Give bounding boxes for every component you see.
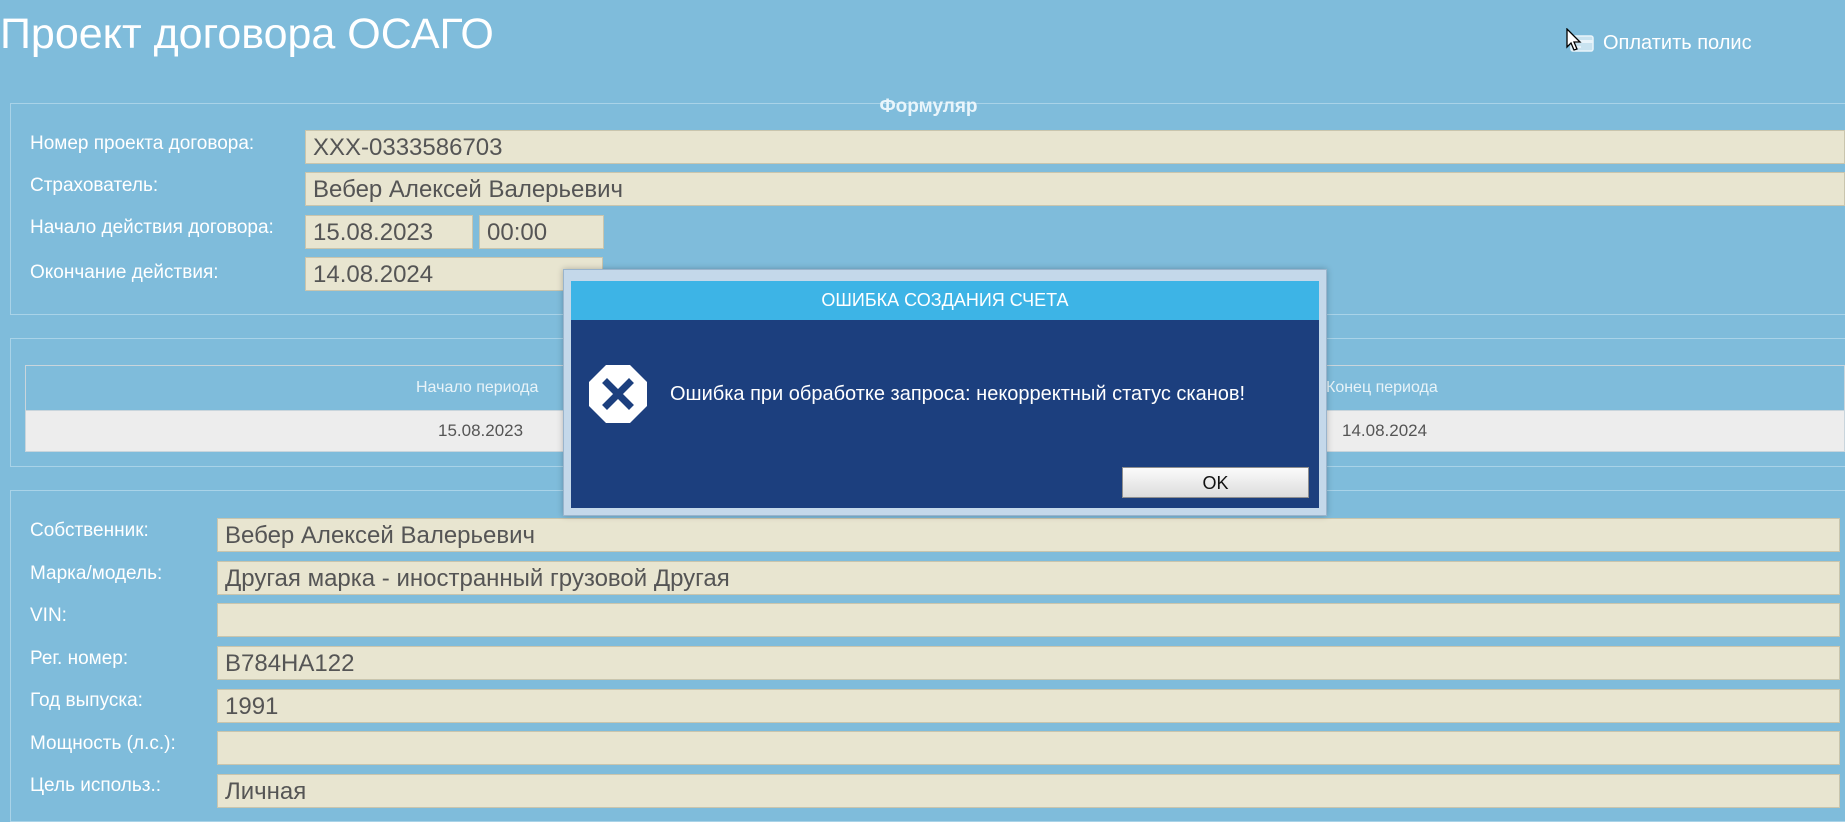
period-end-cell: 14.08.2024 [1342, 421, 1428, 440]
period-start-cell: 15.08.2023 [438, 421, 524, 440]
contract-number-field[interactable]: XXX-0333586703 [305, 130, 1845, 164]
contract-start-time-field[interactable]: 00:00 [479, 215, 604, 249]
contract-end-label: Окончание действия: [30, 262, 219, 283]
model-field[interactable]: Другая марка - иностранный грузовой Друг… [217, 561, 1840, 595]
contract-end-date-field[interactable]: 14.08.2024 [305, 257, 603, 291]
power-field[interactable] [217, 731, 1840, 765]
year-label: Год выпуска: [30, 690, 143, 711]
vin-field[interactable] [217, 603, 1840, 637]
purpose-label: Цель использ.: [30, 775, 162, 796]
contract-number-label: Номер проекта договора: [30, 133, 255, 154]
error-x-icon [588, 364, 648, 424]
formular-legend: Формуляр [879, 96, 978, 117]
pay-policy-link[interactable]: Оплатить полис [1565, 28, 1752, 58]
reg-number-field[interactable]: В784НА122 [217, 646, 1840, 680]
purpose-field[interactable]: Личная [217, 774, 1840, 808]
year-field[interactable]: 1991 [217, 689, 1840, 723]
insurer-label: Страхователь: [30, 175, 159, 196]
period-start-header: Начало периода [416, 379, 539, 396]
contract-start-label: Начало действия договора: [30, 217, 274, 238]
credit-card-icon [1565, 28, 1595, 58]
owner-label: Собственник: [30, 520, 149, 541]
error-dialog-body: Ошибка при обработке запроса: некорректн… [571, 320, 1319, 508]
insurer-field[interactable]: Вебер Алексей Валерьевич [305, 172, 1845, 206]
error-dialog-message: Ошибка при обработке запроса: некорректн… [670, 383, 1246, 405]
ok-button[interactable]: OK [1122, 467, 1309, 498]
power-label: Мощность (л.с.): [30, 733, 176, 754]
reg-number-label: Рег. номер: [30, 648, 129, 669]
error-dialog: ОШИБКА СОЗДАНИЯ СЧЕТА Ошибка при обработ… [563, 269, 1327, 516]
owner-field[interactable]: Вебер Алексей Валерьевич [217, 518, 1840, 552]
period-end-header: Конец периода [1326, 379, 1438, 396]
pay-policy-label[interactable]: Оплатить полис [1603, 32, 1752, 55]
mouse-cursor-icon [1566, 28, 1582, 51]
page-title: Проект договора ОСАГО [0, 10, 494, 58]
contract-start-date-field[interactable]: 15.08.2023 [305, 215, 473, 249]
vin-label: VIN: [30, 605, 67, 626]
model-label: Марка/модель: [30, 563, 163, 584]
error-dialog-title: ОШИБКА СОЗДАНИЯ СЧЕТА [571, 281, 1319, 320]
